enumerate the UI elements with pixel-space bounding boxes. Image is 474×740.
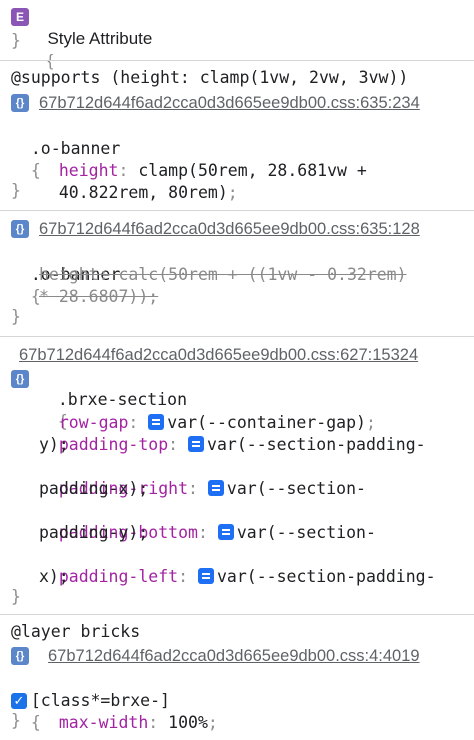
- property-checkbox[interactable]: ✓: [11, 693, 27, 709]
- close-brace: }: [11, 711, 21, 730]
- close-brace: }: [11, 307, 21, 326]
- stylesheet-icon: {}: [11, 647, 29, 665]
- element-style-icon: E: [11, 8, 29, 26]
- close-brace: }: [11, 181, 21, 200]
- declaration-row[interactable]: max-width: 100%;: [39, 690, 218, 734]
- property-value-cont: padding-y);: [39, 523, 149, 542]
- property-value-cont: 40.822rem, 80rem): [58, 183, 228, 202]
- close-brace: }: [11, 31, 21, 50]
- stylesheet-icon: {}: [11, 94, 29, 112]
- property-value[interactable]: var(--section-: [227, 479, 366, 498]
- variable-icon[interactable]: [188, 436, 205, 452]
- style-attribute-title: Style Attribute: [47, 29, 153, 48]
- source-link[interactable]: 67b712d644f6ad2cca0d3d665ee9db00.css:635…: [39, 94, 420, 112]
- divider: [0, 60, 474, 61]
- variable-icon[interactable]: [207, 480, 224, 496]
- property-value[interactable]: var(--section-padding-: [207, 435, 426, 454]
- variable-icon[interactable]: [197, 568, 214, 584]
- stylesheet-icon: {}: [11, 370, 29, 388]
- divider: [0, 336, 474, 337]
- property-value-cont: y);: [39, 435, 69, 454]
- property-name[interactable]: padding-top: [59, 435, 168, 454]
- property-name[interactable]: padding-left: [59, 567, 178, 586]
- property-value-cont: x);: [39, 567, 69, 586]
- divider: [0, 614, 474, 615]
- property-value-cont: padding-x);: [39, 479, 149, 498]
- supports-rule: @supports (height: clamp(1vw, 2vw, 3vw)): [11, 68, 409, 87]
- source-link[interactable]: 67b712d644f6ad2cca0d3d665ee9db00.css:635…: [39, 220, 420, 238]
- property-value[interactable]: var(--section-: [237, 523, 376, 542]
- variable-icon[interactable]: [217, 524, 234, 540]
- declaration-row[interactable]: padding-top: var(--section-padding-: [39, 412, 426, 456]
- close-brace: }: [11, 587, 21, 606]
- stylesheet-icon: {}: [11, 220, 29, 238]
- layer-rule: @layer bricks: [11, 622, 141, 641]
- property-name[interactable]: max-width: [59, 713, 148, 732]
- source-link[interactable]: 67b712d644f6ad2cca0d3d665ee9db00.css:627…: [19, 346, 418, 364]
- property-value[interactable]: var(--section-padding-: [217, 567, 436, 586]
- source-link[interactable]: 67b712d644f6ad2cca0d3d665ee9db00.css:4:4…: [48, 647, 420, 665]
- divider: [0, 210, 474, 211]
- overridden-property[interactable]: height: calc(50rem + ((1vw - 0.32rem): [39, 264, 407, 286]
- overridden-property-cont: * 28.6807));: [39, 287, 159, 306]
- property-value[interactable]: 100%: [168, 713, 208, 732]
- declaration-row[interactable]: padding-left: var(--section-padding-: [39, 544, 436, 588]
